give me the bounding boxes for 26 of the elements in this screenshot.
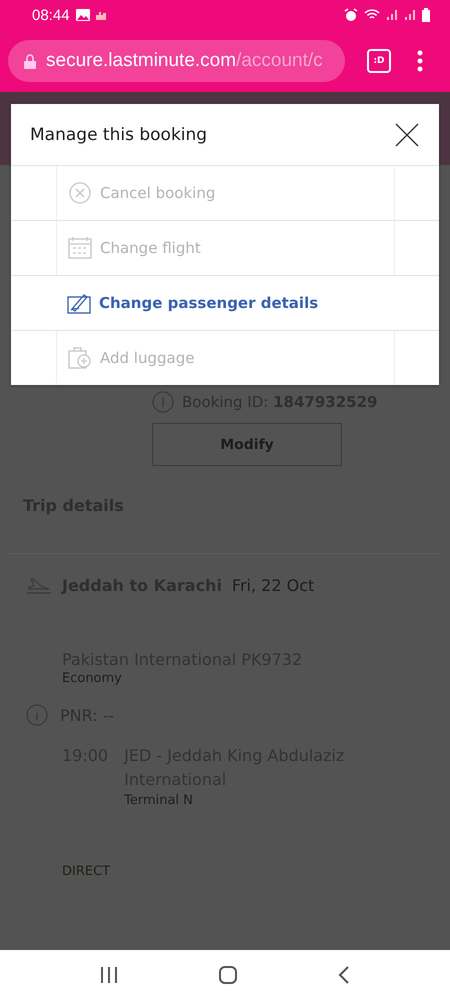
calendar-icon (68, 236, 92, 260)
signal-icon (386, 9, 398, 21)
lock-icon (24, 54, 36, 68)
image-icon (76, 9, 90, 21)
tab-switcher-button[interactable]: :D (367, 49, 391, 73)
address-bar[interactable]: secure.lastminute.com/account/c (8, 40, 345, 82)
info-icon (152, 391, 174, 413)
plane-icon (26, 578, 52, 594)
signal-icon (404, 9, 416, 21)
dialog-title: Manage this booking (30, 124, 208, 144)
info-icon (26, 704, 48, 726)
alarm-icon (344, 8, 358, 22)
edit-icon (67, 292, 91, 314)
home-icon[interactable] (218, 966, 237, 984)
recent-apps-icon[interactable] (100, 967, 118, 983)
stops-label: DIRECT (62, 864, 112, 879)
cancel-icon (68, 181, 92, 205)
clock: 08:44 (32, 6, 70, 24)
luggage-icon (68, 346, 92, 370)
menu-icon[interactable] (417, 50, 423, 72)
back-icon[interactable] (338, 966, 350, 984)
close-button[interactable] (395, 122, 419, 146)
action-item[interactable]: Change passenger details (56, 276, 395, 330)
url-text: secure.lastminute.com/account/c (46, 50, 323, 72)
battery-icon (422, 8, 430, 22)
app-notification-icon (96, 10, 106, 20)
